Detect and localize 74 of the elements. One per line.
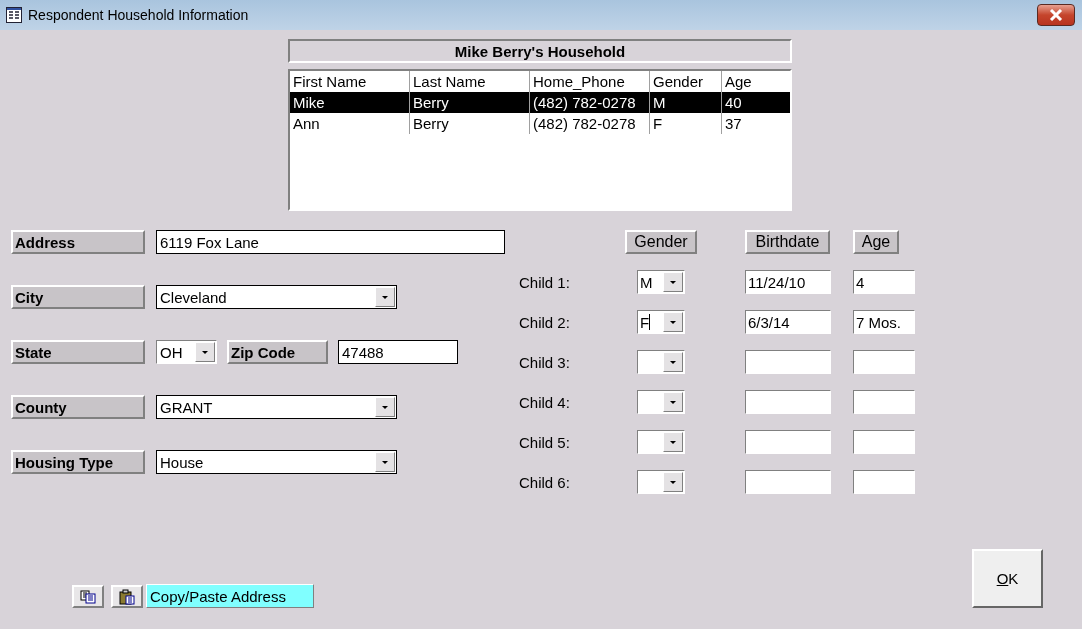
age-field[interactable] xyxy=(853,350,915,374)
dropdown-field[interactable]: House xyxy=(156,450,397,474)
table-cell: F xyxy=(650,113,722,134)
dropdown-field[interactable]: OH xyxy=(156,340,217,364)
birthdate-field[interactable] xyxy=(745,350,831,374)
field-label-button[interactable]: City xyxy=(11,285,145,309)
table-cell: M xyxy=(650,92,722,113)
dropdown-arrow-icon xyxy=(382,460,388,464)
birthdate-field[interactable] xyxy=(745,390,831,414)
dropdown-arrow-icon xyxy=(382,295,388,299)
child-label: Child 1: xyxy=(519,272,571,293)
gender-dropdown[interactable] xyxy=(637,470,685,494)
dropdown-arrow-icon xyxy=(670,360,676,364)
form-icon xyxy=(6,7,22,23)
column-header-button[interactable]: Age xyxy=(853,230,899,254)
dropdown-field[interactable]: GRANT xyxy=(156,395,397,419)
column-header-button[interactable]: Birthdate xyxy=(745,230,830,254)
birthdate-field[interactable]: 6/3/14 xyxy=(745,310,831,334)
child-label: Child 5: xyxy=(519,432,571,453)
close-icon xyxy=(1049,9,1063,21)
birthdate-field[interactable] xyxy=(745,470,831,494)
table-cell-text: 37 xyxy=(724,114,743,134)
table-cell: (482) 782-0278 xyxy=(530,113,650,134)
age-field[interactable] xyxy=(853,470,915,494)
column-header: Age xyxy=(724,72,753,92)
dropdown-field[interactable]: Cleveland xyxy=(156,285,397,309)
field-label-button[interactable]: County xyxy=(11,395,145,419)
gender-dropdown[interactable] xyxy=(637,390,685,414)
field-label-button[interactable]: Housing Type xyxy=(11,450,145,474)
ok-button[interactable]: OK xyxy=(972,549,1043,608)
birthdate-field[interactable]: 11/24/10 xyxy=(745,270,831,294)
table-cell: Berry xyxy=(410,92,530,113)
household-row[interactable]: Mike Berry (482) 782-0278 M 40 xyxy=(290,92,790,113)
child-label: Child 3: xyxy=(519,352,571,373)
dropdown-arrow-icon xyxy=(670,400,676,404)
table-cell-text: 40 xyxy=(724,93,743,113)
dropdown-arrow-icon xyxy=(382,405,388,409)
birthdate-field[interactable] xyxy=(745,430,831,454)
age-field[interactable]: 7 Mos. xyxy=(853,310,915,334)
household-title: Mike Berry's Household xyxy=(288,39,792,63)
table-cell: Ann xyxy=(290,113,410,134)
gender-dropdown[interactable] xyxy=(637,430,685,454)
child-label: Child 2: xyxy=(519,312,571,333)
window-title: Respondent Household Information xyxy=(28,7,250,23)
age-field[interactable] xyxy=(853,390,915,414)
paste-button[interactable] xyxy=(111,585,143,608)
dropdown-arrow-icon xyxy=(202,350,208,354)
clipboard-icon xyxy=(119,588,135,605)
dropdown-arrow-icon xyxy=(670,480,676,484)
child-label: Child 6: xyxy=(519,472,571,493)
dropdown-arrow-icon xyxy=(670,320,676,324)
table-cell: (482) 782-0278 xyxy=(530,92,650,113)
dropdown-arrow-icon xyxy=(670,280,676,284)
child-label: Child 4: xyxy=(519,392,571,413)
documents-icon xyxy=(80,589,96,604)
zip-code-field[interactable]: 47488 xyxy=(338,340,458,364)
dropdown-arrow-icon xyxy=(670,440,676,444)
gender-dropdown[interactable]: M xyxy=(637,270,685,294)
table-cell: Berry xyxy=(410,113,530,134)
gender-dropdown[interactable]: F xyxy=(637,310,685,334)
field-label-button[interactable]: Address xyxy=(11,230,145,254)
copy-button[interactable] xyxy=(72,585,104,608)
field-label-button[interactable]: Zip Code xyxy=(227,340,328,364)
address-field[interactable]: 6119 Fox Lane xyxy=(156,230,505,254)
gender-dropdown[interactable] xyxy=(637,350,685,374)
age-field[interactable] xyxy=(853,430,915,454)
household-row[interactable]: Ann Berry (482) 782-0278 F 37 xyxy=(290,113,790,134)
field-label-button[interactable]: State xyxy=(11,340,145,364)
table-cell: Mike xyxy=(290,92,410,113)
household-list[interactable]: First Name Last Name Home_Phone Gender Age Mike Berry (482) 782-0278 M 40 Ann Berry (482) 782-0278 F 37 xyxy=(288,69,792,211)
column-header-button[interactable]: Gender xyxy=(625,230,697,254)
copy-paste-label: Copy/Paste Address xyxy=(146,584,314,608)
age-field[interactable]: 4 xyxy=(853,270,915,294)
close-button[interactable] xyxy=(1037,4,1075,26)
